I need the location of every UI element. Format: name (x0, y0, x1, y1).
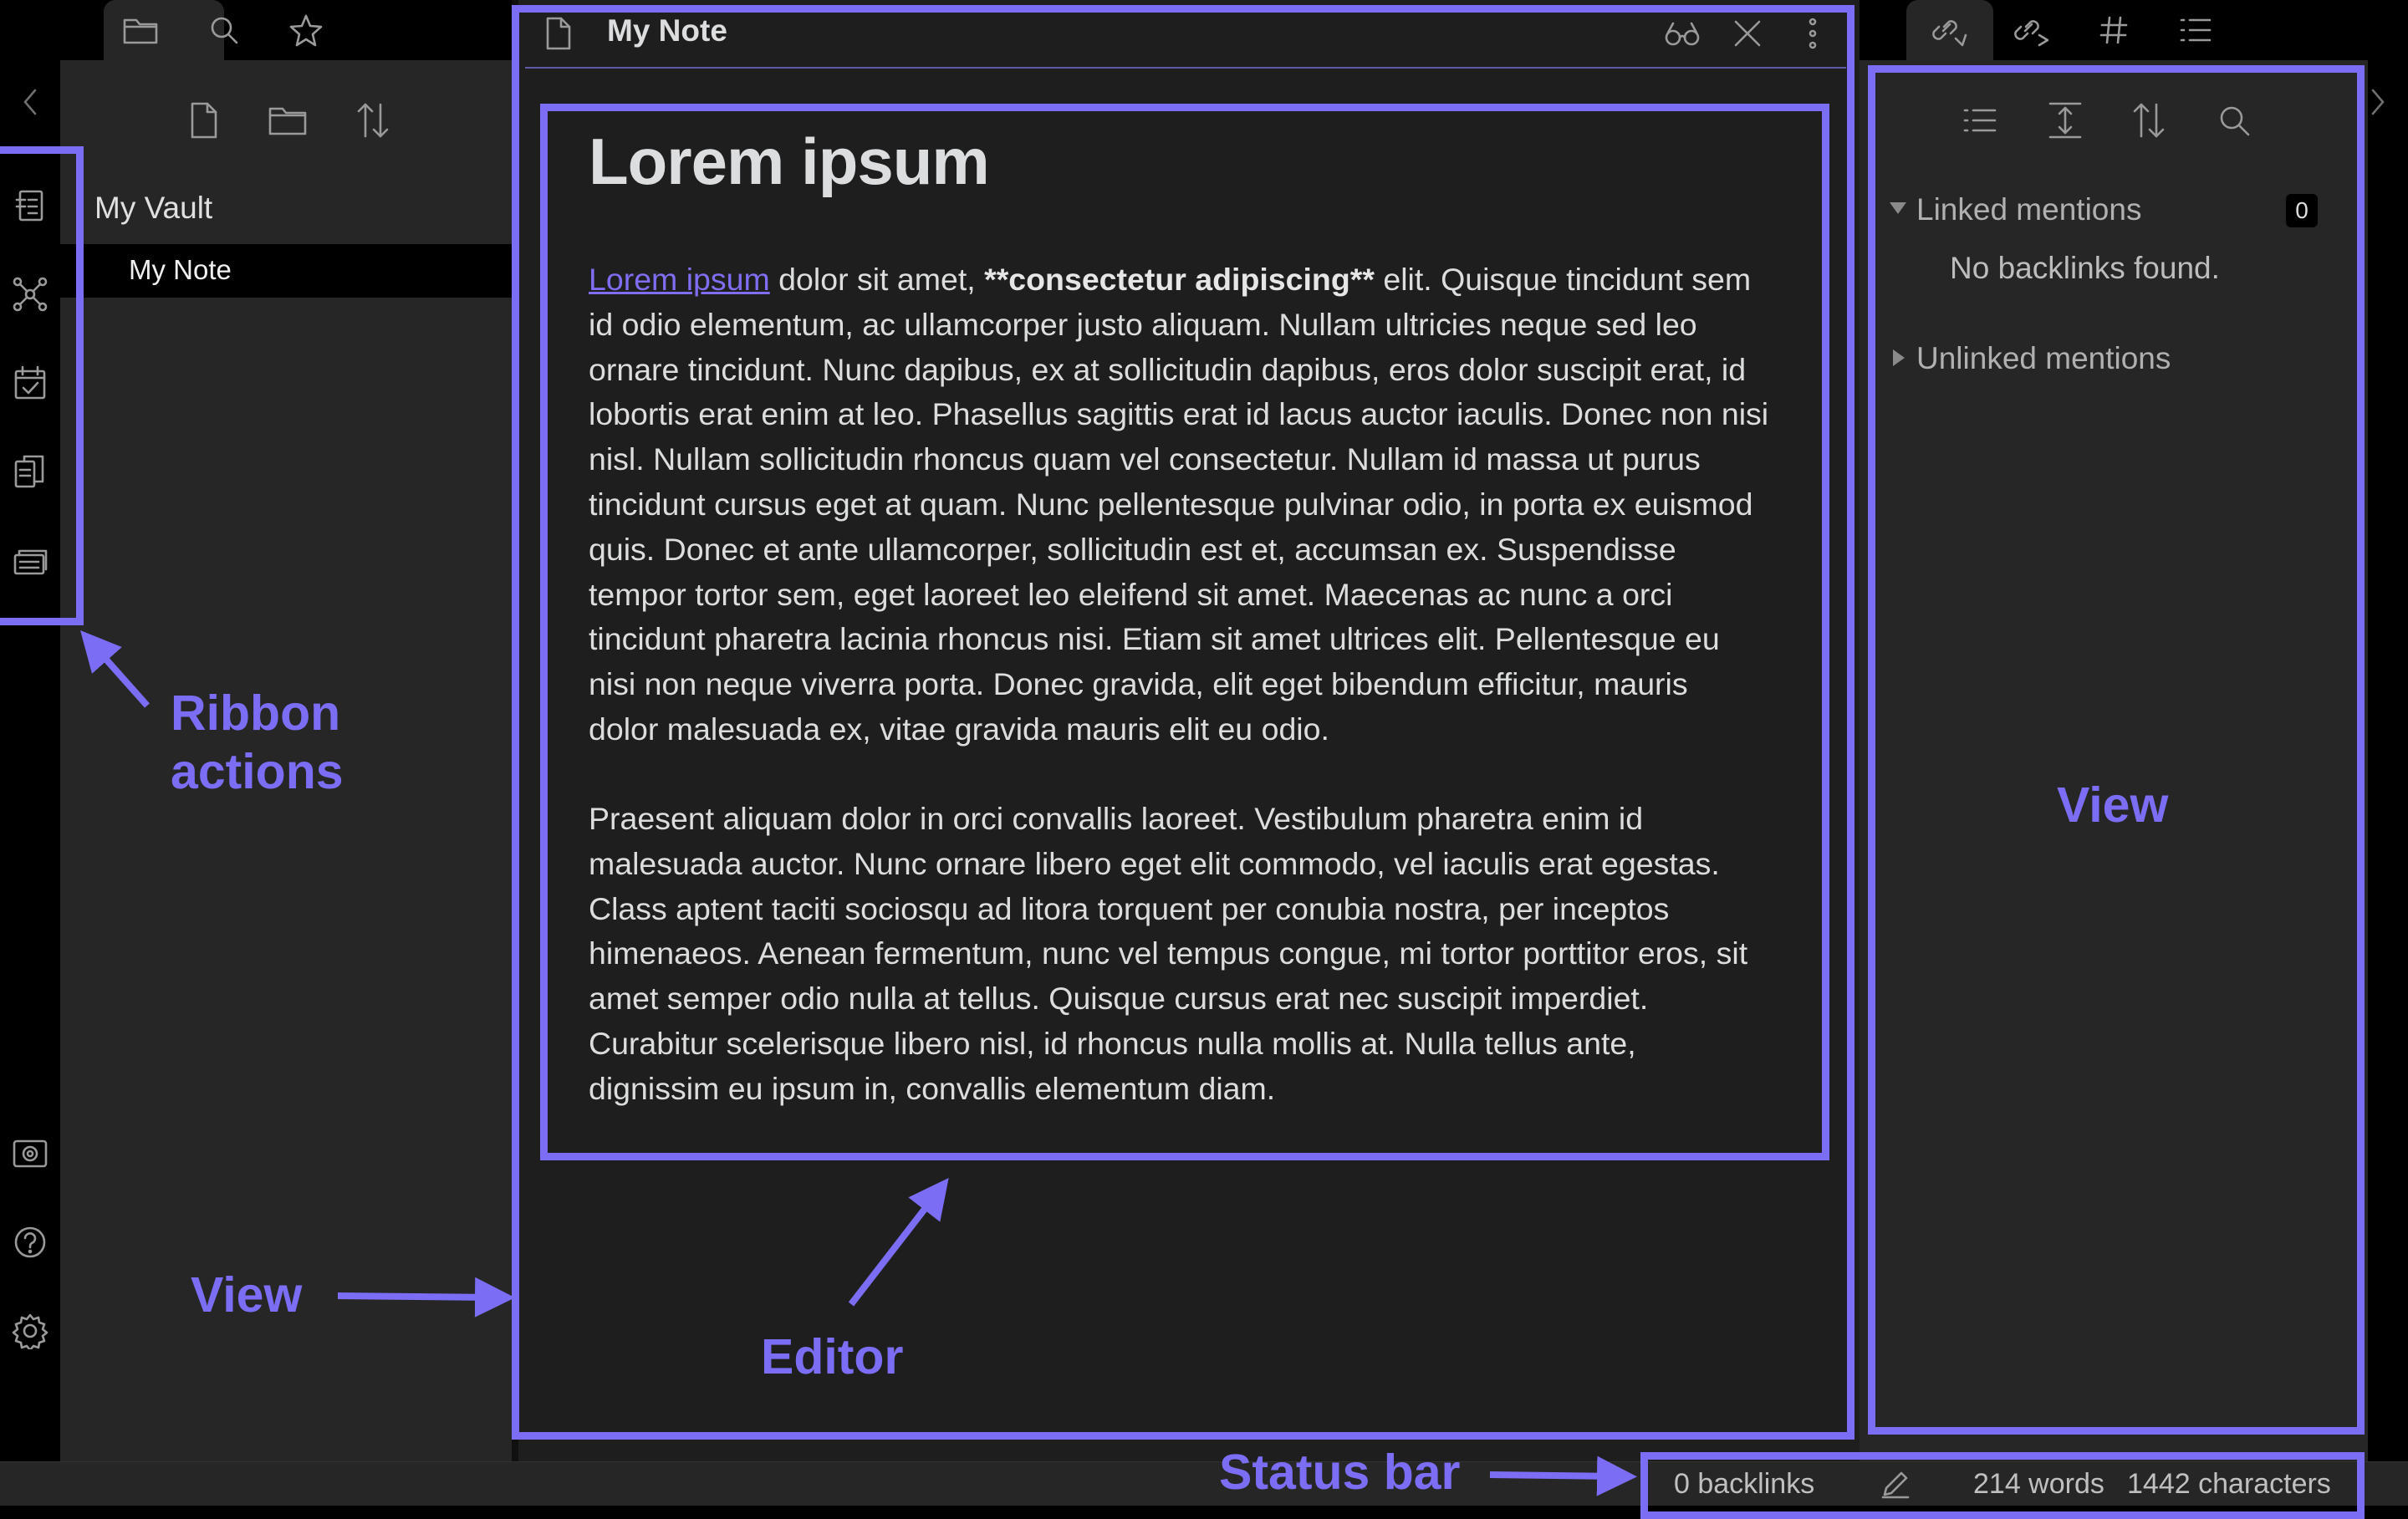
view-left-arrow (337, 1277, 515, 1318)
editor-arrow (848, 1178, 949, 1307)
annotation-arrows (80, 630, 1637, 1496)
status-bar-arrow (1489, 1455, 1637, 1496)
ribbon-arrow (80, 630, 150, 708)
